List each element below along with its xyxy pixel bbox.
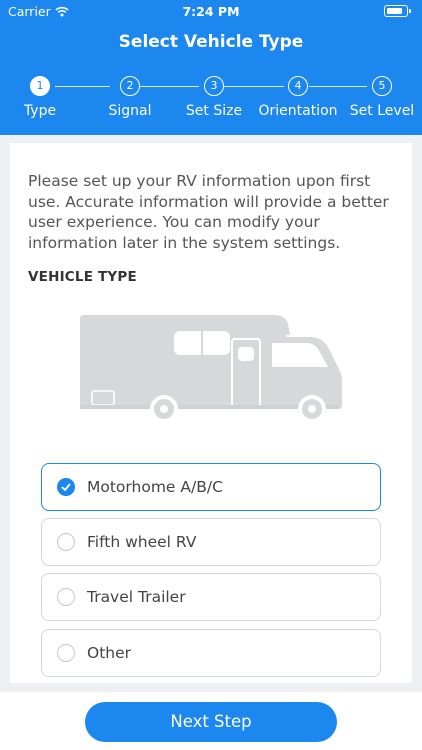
option-other[interactable]: Other xyxy=(41,629,381,677)
bottom-bar: Next Step xyxy=(0,692,422,750)
status-bar: Carrier 7:24 PM xyxy=(0,0,422,22)
step-signal: 2 Signal xyxy=(85,76,175,119)
intro-text: Please set up your RV information upon f… xyxy=(28,172,389,252)
step-set-level: 5 Set Level xyxy=(337,76,422,119)
step-label: Set Level xyxy=(349,103,415,119)
option-label: Travel Trailer xyxy=(87,588,186,606)
radio-icon xyxy=(57,533,75,551)
battery-icon xyxy=(384,5,411,17)
step-number: 1 xyxy=(30,76,50,96)
radio-icon xyxy=(57,644,75,662)
step-label: Set Size xyxy=(185,103,243,119)
header-bar: Carrier 7:24 PM Select Vehicle Type 1 Ty… xyxy=(0,0,422,135)
step-number: 4 xyxy=(288,76,308,96)
step-type: 1 Type xyxy=(0,76,85,119)
content-card: Please set up your RV information upon f… xyxy=(10,143,412,683)
step-number: 3 xyxy=(204,76,224,96)
step-label: Orientation xyxy=(258,103,338,119)
option-label: Other xyxy=(87,644,132,662)
step-number: 5 xyxy=(372,76,392,96)
status-time: 7:24 PM xyxy=(182,4,240,19)
step-progress: 1 Type 2 Signal 3 Set Size 4 Orientation… xyxy=(0,76,422,126)
rv-motorhome-icon xyxy=(80,315,342,423)
option-travel-trailer[interactable]: Travel Trailer xyxy=(41,573,381,621)
page-title: Select Vehicle Type xyxy=(118,32,304,52)
radio-icon xyxy=(57,588,75,606)
next-step-button[interactable]: Next Step xyxy=(85,702,337,742)
option-fifth-wheel[interactable]: Fifth wheel RV xyxy=(41,518,381,566)
checkmark-icon xyxy=(57,478,75,496)
option-label: Fifth wheel RV xyxy=(87,533,197,551)
option-label: Motorhome A/B/C xyxy=(87,478,223,496)
step-orientation: 4 Orientation xyxy=(253,76,343,119)
section-title: VEHICLE TYPE xyxy=(28,269,137,285)
step-label: Type xyxy=(23,103,57,119)
step-number: 2 xyxy=(120,76,140,96)
option-motorhome[interactable]: Motorhome A/B/C xyxy=(41,463,381,511)
step-label: Signal xyxy=(108,103,152,119)
step-set-size: 3 Set Size xyxy=(169,76,259,119)
